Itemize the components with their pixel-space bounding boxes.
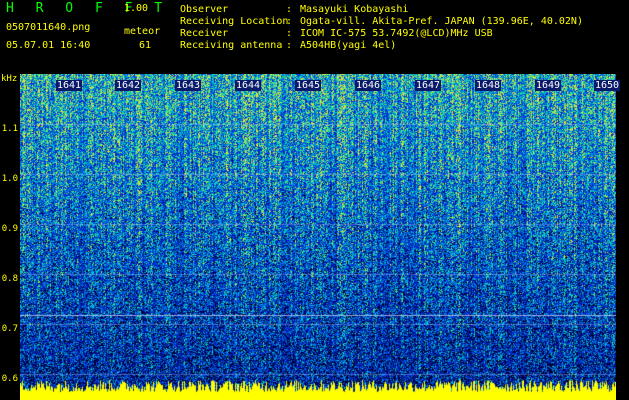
info-row-observer: Observer: Masayuki Kobayashi bbox=[180, 4, 409, 15]
info-key: Receiving antenna bbox=[180, 40, 283, 51]
x-tick-label: 1642 bbox=[115, 80, 142, 91]
y-tick-label: 1.0 bbox=[1, 174, 18, 184]
x-tick-label: 1648 bbox=[475, 80, 502, 91]
filename-label: 0507011640.png bbox=[6, 22, 91, 33]
x-tick-label: 1643 bbox=[175, 80, 202, 91]
info-value: ICOM IC-575 53.7492(@LCD)MHz USB bbox=[300, 28, 493, 39]
info-row-antenna: Receiving antenna: A504HB(yagi 4el) bbox=[180, 40, 397, 51]
info-value: Ogata-vill. Akita-Pref. JAPAN (139.96E, … bbox=[300, 16, 583, 27]
y-tick-label: 0.7 bbox=[1, 324, 18, 334]
station-info: Observer: Masayuki Kobayashi Receiving Lo… bbox=[180, 4, 583, 52]
info-value: A504HB(yagi 4el) bbox=[300, 40, 397, 51]
x-tick-label: 1644 bbox=[235, 80, 262, 91]
y-tick-label: 0.6 bbox=[1, 374, 18, 384]
info-key: Receiver bbox=[180, 28, 229, 39]
x-tick-label: 1650 bbox=[594, 80, 621, 91]
date-time-label: 05.07.01 16:40 bbox=[6, 40, 91, 51]
x-tick-label: 1647 bbox=[415, 80, 442, 91]
y-tick-label: 0.9 bbox=[1, 224, 18, 234]
info-value: Masayuki Kobayashi bbox=[300, 4, 409, 15]
x-tick-label: 1641 bbox=[56, 80, 83, 91]
info-row-receiver: Receiver: ICOM IC-575 53.7492(@LCD)MHz US… bbox=[180, 28, 493, 39]
meteor-label: meteor bbox=[124, 26, 161, 37]
spectrogram-canvas[interactable] bbox=[20, 74, 616, 400]
y-axis-unit: kHz bbox=[1, 74, 18, 84]
info-row-location: Receiving Location: Ogata-vill. Akita-Pre… bbox=[180, 16, 583, 27]
x-tick-label: 1649 bbox=[535, 80, 562, 91]
y-tick-label: 0.8 bbox=[1, 274, 18, 284]
x-tick-label: 1645 bbox=[295, 80, 322, 91]
y-tick-label: 1.1 bbox=[1, 124, 18, 134]
meteor-count: 61 bbox=[139, 40, 152, 51]
info-key: Receiving Location bbox=[180, 16, 289, 27]
info-key: Observer bbox=[180, 4, 229, 15]
x-tick-label: 1646 bbox=[355, 80, 382, 91]
version-label: 1.00 bbox=[124, 3, 149, 14]
